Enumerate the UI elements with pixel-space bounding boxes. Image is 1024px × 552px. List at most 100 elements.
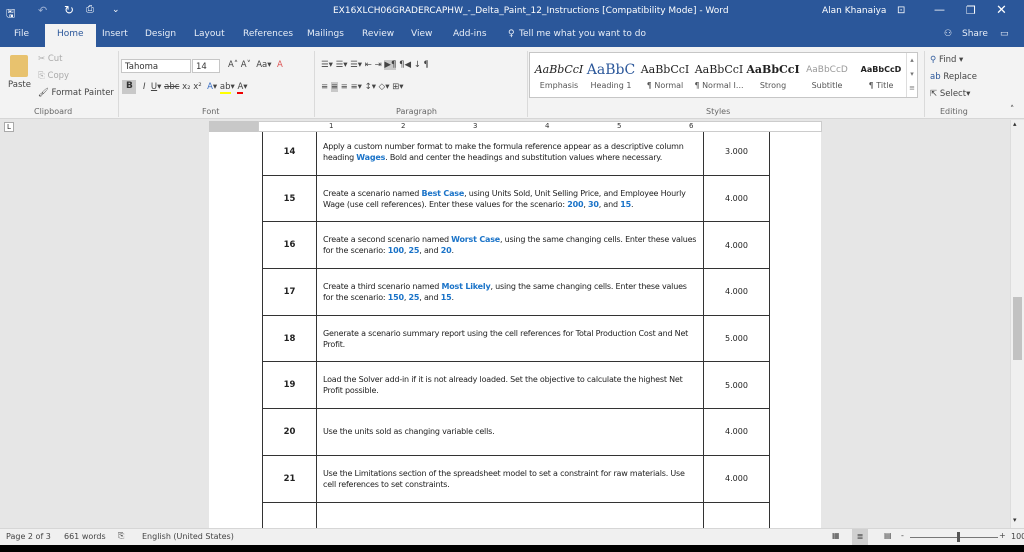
list-buttons[interactable]: ☰▾ ☰▾ ☰▾ ⇤ ⇥ ▶¶ ¶◀ ↓ ¶	[321, 60, 429, 70]
points-possible	[703, 501, 770, 528]
step-number	[262, 501, 317, 528]
tab-view[interactable]: View	[411, 29, 432, 39]
highlighted-value: Wages	[356, 152, 386, 162]
styles-scroll[interactable]: ▴ ▾ ≡	[906, 53, 917, 97]
select-label: Select	[939, 89, 967, 99]
zoom-out-button[interactable]: -	[901, 531, 904, 540]
style-subtitle[interactable]: AaBbCcD Subtitle	[798, 59, 856, 90]
highlighted-value: Worst Case	[451, 235, 500, 245]
font-format-buttons[interactable]: I U▾ abc x₂ x² A▾ ab▾ A▾	[143, 82, 248, 94]
share-button[interactable]: Share	[962, 29, 988, 39]
step-instruction: Use the Limitations section of the sprea…	[316, 454, 704, 503]
tab-file[interactable]: File	[14, 29, 29, 39]
tab-insert[interactable]: Insert	[102, 29, 128, 39]
grow-font-icon[interactable]: A˄ A˅ Aa▾ A	[228, 60, 283, 70]
table-row: 15 Create a scenario named Best Case, usi…	[262, 174, 770, 223]
step-instruction: Create a second scenario named Worst Cas…	[316, 221, 704, 270]
step-number: 21	[262, 454, 317, 503]
vertical-scrollbar[interactable]: ▴ ▾	[1010, 120, 1024, 528]
cut-button[interactable]: ✂ Cut	[38, 54, 62, 64]
proofing-icon[interactable]: ⎘	[118, 531, 124, 541]
clipboard-group-label: Clipboard	[34, 107, 73, 116]
zoom-in-button[interactable]: +	[999, 531, 1006, 540]
table-row: 14 Apply a custom number format to make t…	[262, 132, 770, 176]
print-layout-icon[interactable]: ≣	[852, 529, 868, 545]
points-possible: 4.000	[703, 174, 770, 223]
step-instruction	[316, 501, 704, 528]
table-row: 20 Use the units sold as changing variabl…	[262, 408, 770, 456]
tab-mailings[interactable]: Mailings	[307, 29, 344, 39]
zoom-slider-thumb[interactable]	[957, 532, 960, 542]
step-number: 15	[262, 174, 317, 223]
scroll-thumb[interactable]	[1013, 297, 1022, 360]
style-title[interactable]: AaBbCcD ¶ Title	[852, 59, 910, 90]
bold-button[interactable]: B	[122, 80, 136, 94]
tab-design[interactable]: Design	[145, 29, 176, 39]
paragraph-group-label: Paragraph	[396, 107, 437, 116]
highlighted-value: 25	[408, 292, 420, 302]
format-painter-button[interactable]: 🖌 Format Painter	[38, 88, 114, 98]
style-strong[interactable]: AaBbCcI Strong	[744, 59, 802, 90]
zoom-level[interactable]: 100%	[1011, 532, 1024, 541]
paste-button[interactable]: Paste	[8, 80, 31, 90]
select-button[interactable]: ⇱ Select▾	[930, 89, 970, 99]
instruction-text: Generate a scenario summary report using…	[323, 328, 689, 349]
customize-qat-icon[interactable]: ⌄	[112, 5, 120, 15]
save-icon[interactable]: 🖫	[6, 5, 15, 24]
collapse-ribbon-icon[interactable]: ˄	[1010, 105, 1014, 115]
undo-icon[interactable]: ↶	[38, 4, 47, 17]
ruler-mark: 3	[473, 122, 478, 130]
instruction-text: . Bold and center the headings and subst…	[385, 152, 663, 162]
scroll-down-icon[interactable]: ▾	[1013, 516, 1017, 524]
comments-icon[interactable]: ▭	[1000, 29, 1009, 39]
horizontal-ruler[interactable]: 1 2 3 4 5 6	[258, 121, 822, 132]
ruler-mark: 2	[401, 122, 406, 130]
language[interactable]: English (United States)	[142, 532, 234, 541]
alignment-buttons[interactable]: ≡ ≡ ≡ ≡▾ ↕▾ ◇▾ ⊞▾	[321, 82, 404, 92]
highlighted-value: 200	[567, 199, 584, 209]
scroll-up-icon[interactable]: ▴	[1013, 120, 1017, 128]
user-name[interactable]: Alan Khanaiya	[822, 6, 886, 16]
touch-mode-icon[interactable]: ⎙	[86, 4, 94, 15]
page-count[interactable]: Page 2 of 3	[6, 532, 51, 541]
document-page[interactable]: 14 Apply a custom number format to make t…	[209, 132, 821, 528]
tell-me-input[interactable]: Tell me what you want to do	[519, 29, 646, 39]
style-heading-1[interactable]: AaBbC Heading 1	[582, 59, 640, 90]
tab-selector[interactable]: L	[4, 122, 14, 132]
word-count[interactable]: 661 words	[64, 532, 106, 541]
instruction-text: , and	[419, 246, 441, 256]
tab-layout[interactable]: Layout	[194, 29, 225, 39]
instruction-text: Create a third scenario named	[323, 281, 442, 291]
tab-add-ins[interactable]: Add-ins	[453, 29, 487, 39]
minimize-icon[interactable]: —	[934, 3, 945, 16]
find-button[interactable]: ⚲ Find ▾	[930, 55, 963, 65]
style-normal-indent[interactable]: AaBbCcI ¶ Normal I...	[690, 59, 748, 90]
close-icon[interactable]: ✕	[996, 3, 1007, 18]
step-number: 14	[262, 132, 317, 176]
table-row: 21 Use the Limitations section of the spr…	[262, 454, 770, 503]
copy-button[interactable]: ⎘ Copy	[38, 71, 69, 81]
web-layout-icon[interactable]: ▤	[884, 531, 892, 540]
read-mode-icon[interactable]: ▦	[832, 531, 840, 540]
ribbon: Paste ✂ Cut ⎘ Copy 🖌 Format Painter Clip…	[0, 47, 1024, 119]
styles-gallery: AaBbCcI Emphasis AaBbC Heading 1 AaBbCcI ¶ …	[529, 52, 918, 98]
style-normal[interactable]: AaBbCcI ¶ Normal	[636, 59, 694, 90]
highlighted-value: Best Case	[421, 188, 465, 198]
tab-references[interactable]: References	[243, 29, 293, 39]
step-instruction: Use the units sold as changing variable …	[316, 408, 704, 456]
font-name-select[interactable]: Tahoma	[121, 59, 191, 73]
table-row: 19 Load the Solver add-in if it is not al…	[262, 361, 770, 410]
step-instruction: Create a third scenario named Most Likel…	[316, 268, 704, 316]
zoom-slider[interactable]	[910, 537, 998, 538]
instruction-text: .	[630, 199, 634, 209]
replace-button[interactable]: ab Replace	[930, 72, 977, 82]
font-size-select[interactable]: 14	[192, 59, 220, 73]
ribbon-display-options-icon[interactable]: ⊡	[897, 5, 905, 16]
tab-home[interactable]: Home	[45, 24, 96, 47]
step-number: 19	[262, 361, 317, 410]
restore-icon[interactable]: ❐	[966, 4, 976, 17]
style-emphasis[interactable]: AaBbCcI Emphasis	[530, 59, 588, 90]
redo-icon[interactable]: ↻	[64, 3, 74, 17]
tab-review[interactable]: Review	[362, 29, 394, 39]
paste-icon[interactable]	[10, 55, 28, 77]
